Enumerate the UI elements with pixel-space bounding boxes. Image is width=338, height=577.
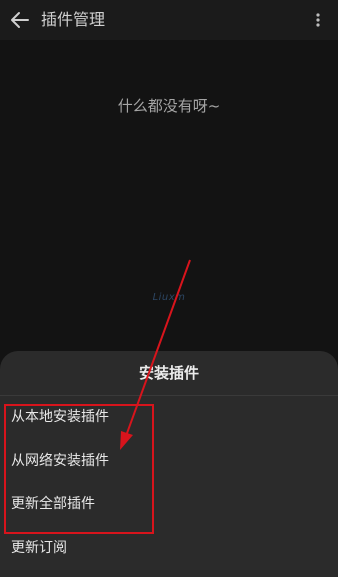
menu-item-label: 从本地安装插件	[11, 409, 109, 425]
menu-item-label: 从网络安装插件	[11, 453, 109, 469]
page-title: 插件管理	[41, 10, 106, 29]
app-bar: 插件管理	[0, 0, 338, 40]
menu-item-label: 更新全部插件	[11, 496, 95, 512]
install-plugin-sheet: 安装插件 从本地安装插件 从网络安装插件 更新全部插件 更新订阅	[0, 351, 338, 577]
back-button[interactable]	[4, 4, 36, 36]
update-subscription-item[interactable]: 更新订阅	[0, 528, 338, 568]
more-vertical-icon	[316, 13, 320, 27]
menu-item-label: 更新订阅	[11, 540, 67, 556]
sheet-divider	[0, 395, 338, 396]
install-local-plugin-item[interactable]: 从本地安装插件	[0, 397, 338, 437]
sheet-title: 安装插件	[138, 364, 199, 382]
update-all-plugins-item[interactable]: 更新全部插件	[0, 484, 338, 524]
empty-state-message: 什么都没有呀~	[117, 97, 221, 115]
watermark-logo: Liuxm	[152, 292, 186, 303]
more-options-button[interactable]	[306, 6, 330, 34]
install-network-plugin-item[interactable]: 从网络安装插件	[0, 441, 338, 481]
arrow-left-icon	[11, 12, 29, 28]
